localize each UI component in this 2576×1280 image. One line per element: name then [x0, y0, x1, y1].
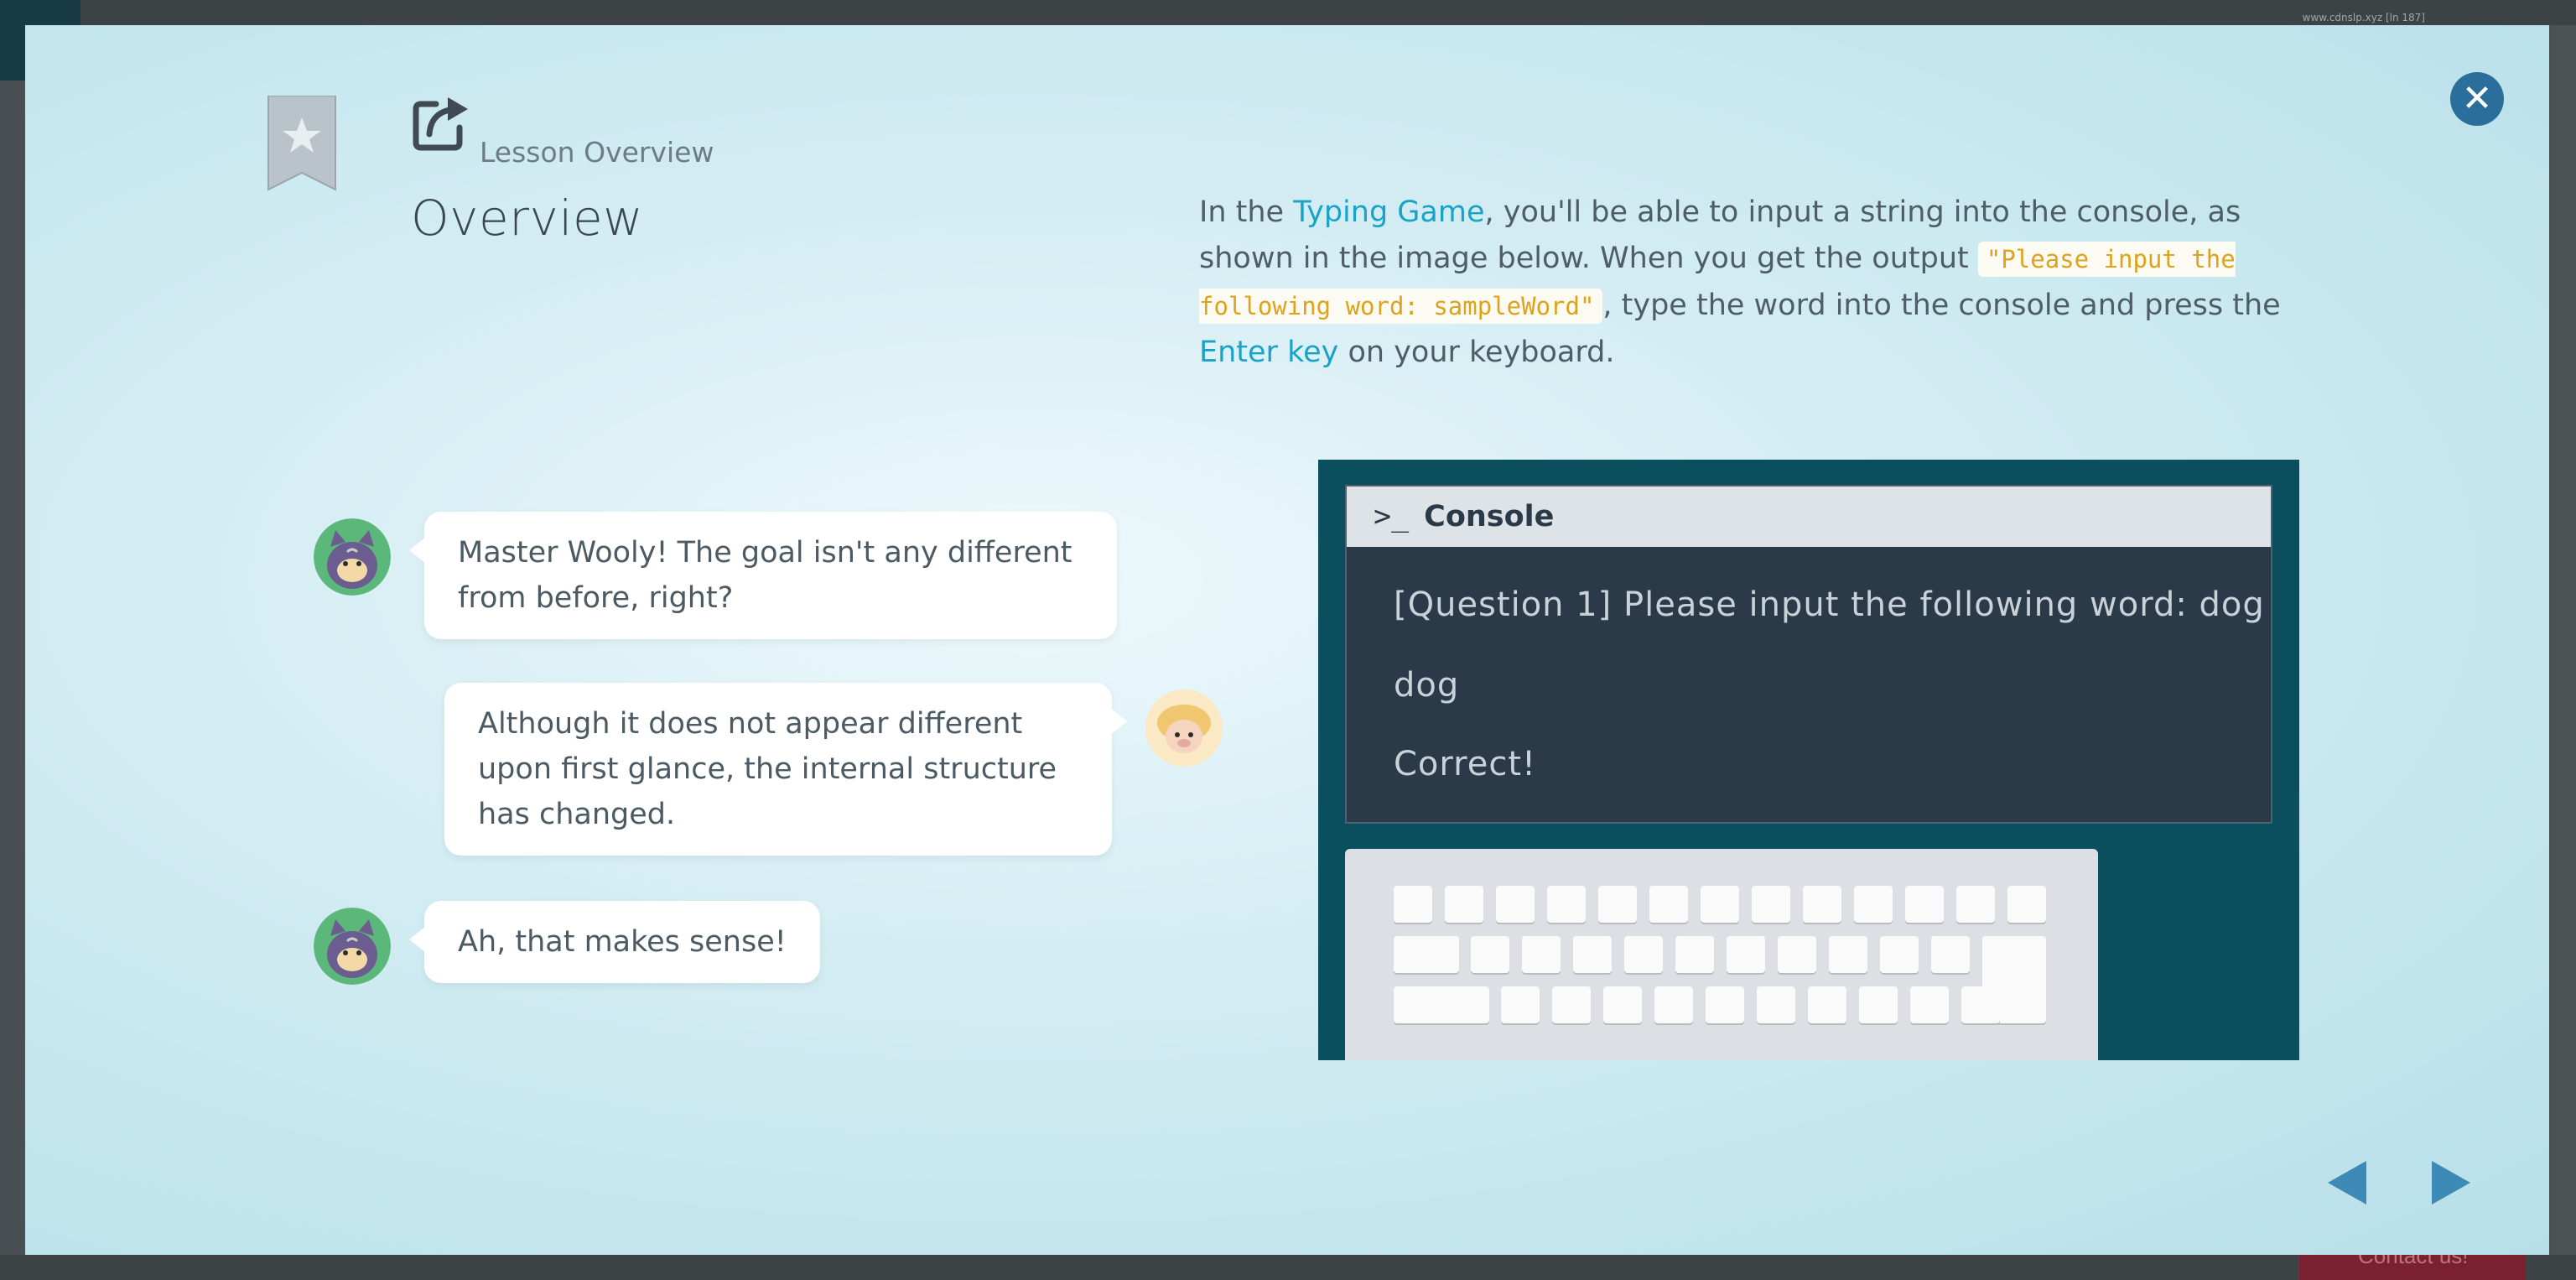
keyboard-key	[1445, 886, 1483, 923]
console-header: >_ Console	[1347, 487, 2271, 547]
keyboard-key	[1394, 986, 1489, 1023]
keyboard-key	[1880, 936, 1919, 973]
console-line: [Question 1] Please input the following …	[1394, 585, 2265, 624]
arrow-left-icon[interactable]	[2328, 1161, 2366, 1205]
close-icon: ✕	[2461, 77, 2493, 120]
keyboard-key	[1603, 986, 1642, 1023]
keyboard-key	[1854, 886, 1893, 923]
keyboard-key	[1859, 986, 1898, 1023]
cat-avatar	[314, 908, 391, 985]
console-window: >_ Console [Question 1] Please input the…	[1345, 485, 2272, 824]
keyboard-key	[1931, 936, 1970, 973]
chat-bubble-sheep: Although it does not appear different up…	[444, 683, 1127, 856]
keyboard-key	[1961, 986, 2000, 1023]
keyboard-key	[1522, 936, 1561, 973]
bookmark-star-icon[interactable]	[267, 96, 337, 193]
keyboard-key	[1706, 986, 1744, 1023]
keyboard-key	[1552, 986, 1591, 1023]
external-link-icon[interactable]	[411, 92, 471, 153]
keyboard-key	[2007, 886, 2046, 923]
background-top-bar	[0, 0, 2576, 25]
background-bottom-bar	[0, 1255, 2576, 1280]
description-text: on your keyboard.	[1338, 336, 1615, 369]
keyboard-key	[1573, 936, 1612, 973]
console-line: Correct!	[1394, 745, 1537, 783]
lesson-description: In the Typing Game, you'll be able to in…	[1199, 190, 2289, 376]
arrow-right-icon[interactable]	[2432, 1161, 2470, 1205]
keyboard-key	[1471, 936, 1509, 973]
chat-bubble-cat: Ah, that makes sense!	[409, 901, 820, 983]
keyboard-key	[1654, 986, 1693, 1023]
keyboard-key	[1496, 886, 1535, 923]
keyboard-illustration	[1345, 849, 2098, 1060]
keyboard-key	[1757, 986, 1795, 1023]
chat-bubble-cat: Master Wooly! The goal isn't any differe…	[409, 512, 1117, 639]
keyboard-key	[1598, 886, 1637, 923]
typing-game-link[interactable]: Typing Game	[1293, 195, 1484, 229]
console-illustration: >_ Console [Question 1] Please input the…	[1318, 460, 2299, 1060]
keyboard-key	[1752, 886, 1790, 923]
cat-avatar	[314, 518, 391, 596]
keyboard-key	[1547, 886, 1586, 923]
terminal-prompt-icon: >_	[1374, 500, 1410, 533]
close-button[interactable]: ✕	[2450, 72, 2504, 126]
keyboard-key	[1808, 986, 1846, 1023]
keyboard-key	[1829, 936, 1867, 973]
keyboard-key	[1675, 936, 1714, 973]
keyboard-key	[1910, 986, 1949, 1023]
keyboard-key	[1803, 886, 1841, 923]
keyboard-key	[1649, 886, 1688, 923]
keyboard-key	[1778, 936, 1816, 973]
description-text: In the	[1199, 195, 1294, 229]
keyboard-key	[1394, 936, 1459, 973]
console-title: Console	[1424, 500, 1555, 533]
section-label: Lesson Overview	[480, 136, 714, 169]
background-scrollbar	[2551, 25, 2576, 1267]
background-url-text: www.cdnslp.xyz [ln 187]	[2302, 12, 2425, 23]
keyboard-key	[1905, 886, 1944, 923]
sheep-avatar	[1145, 689, 1223, 767]
enter-key-link[interactable]: Enter key	[1199, 336, 1338, 369]
keyboard-key	[1727, 936, 1765, 973]
keyboard-key	[1956, 886, 1995, 923]
page-title: Overview	[411, 190, 644, 247]
keyboard-key	[1701, 886, 1739, 923]
console-line: dog	[1394, 666, 1460, 705]
description-text: , type the word into the console and pre…	[1602, 289, 2281, 322]
lesson-overview-modal: ✕ Lesson Overview Overview In the Typing…	[25, 25, 2549, 1255]
keyboard-key	[1394, 886, 1432, 923]
keyboard-key	[1501, 986, 1540, 1023]
keyboard-key	[1624, 936, 1663, 973]
